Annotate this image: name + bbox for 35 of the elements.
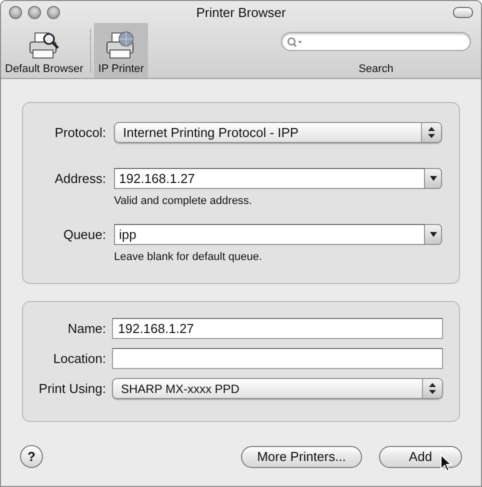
down-triangle-icon bbox=[430, 176, 436, 181]
toolbar-tab[interactable]: Default Browser bbox=[1, 23, 88, 78]
dropdown-button[interactable] bbox=[425, 168, 442, 189]
window-title: Printer Browser bbox=[196, 4, 286, 20]
up-down-arrows-icon bbox=[428, 127, 435, 138]
search-label: Search bbox=[358, 63, 394, 75]
field-label: Address: bbox=[54, 171, 106, 186]
help-button[interactable]: ? bbox=[20, 445, 43, 468]
search-icon bbox=[287, 36, 303, 46]
search-field[interactable] bbox=[281, 32, 471, 51]
field-label: Name: bbox=[66, 321, 106, 336]
field-label: Print Using: bbox=[38, 381, 106, 396]
field-label: Protocol: bbox=[54, 125, 106, 140]
hint-text: Leave blank for default queue. bbox=[114, 251, 264, 263]
field-label: Location: bbox=[52, 351, 106, 366]
pointer-cursor-icon bbox=[440, 454, 452, 472]
popup-menu[interactable]: SHARP MX-xxxx PPD bbox=[112, 378, 443, 399]
combo-field[interactable]: ipp bbox=[114, 224, 425, 245]
combo-field[interactable]: 192.168.1.27 bbox=[114, 168, 425, 189]
window-control[interactable] bbox=[9, 6, 22, 18]
input-field[interactable] bbox=[112, 348, 443, 369]
printer-icon bbox=[27, 30, 62, 60]
input-field[interactable]: 192.168.1.27 bbox=[112, 318, 443, 339]
toolbar-tab[interactable]: IP Printer bbox=[94, 23, 148, 78]
hint-text: Valid and complete address. bbox=[114, 195, 253, 207]
push-button[interactable]: More Printers... bbox=[241, 446, 362, 468]
field-label: Queue: bbox=[62, 227, 106, 242]
dropdown-button[interactable] bbox=[425, 224, 442, 245]
down-triangle-icon bbox=[430, 232, 436, 237]
window-control[interactable] bbox=[28, 6, 41, 18]
toolbar-button[interactable] bbox=[453, 7, 473, 18]
up-down-arrows-icon bbox=[429, 383, 436, 394]
popup-menu[interactable]: Internet Printing Protocol - IPP bbox=[114, 122, 442, 143]
window-control[interactable] bbox=[47, 6, 60, 18]
push-button[interactable]: Add bbox=[379, 446, 462, 468]
